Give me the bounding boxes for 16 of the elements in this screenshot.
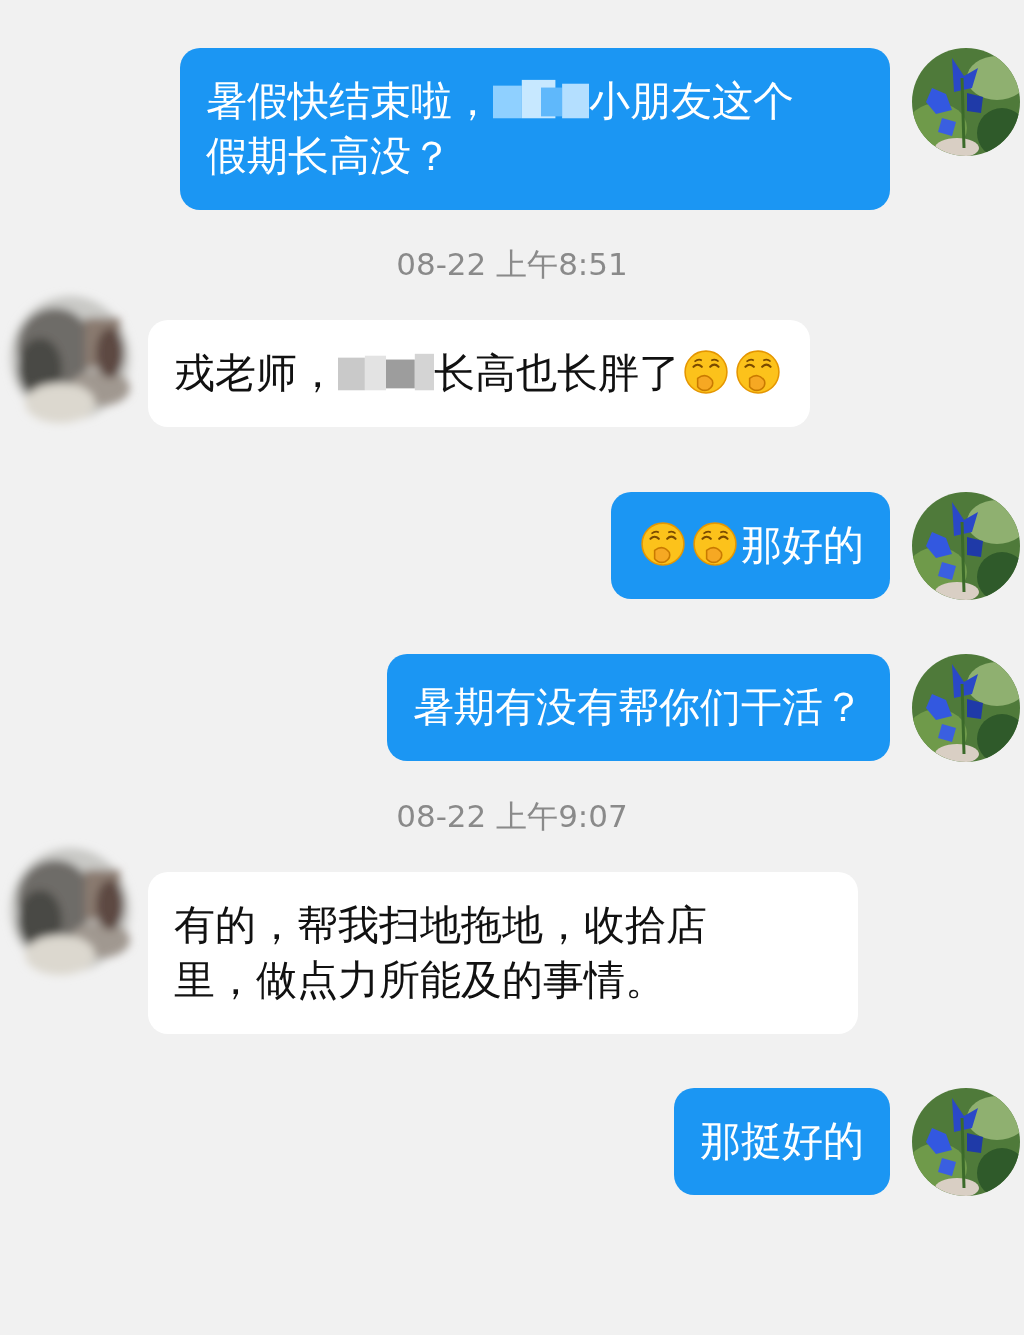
message-text: 暑假快结束啦， [206, 76, 493, 127]
giggle-emoji-icon [640, 521, 686, 567]
giggle-emoji-icon [692, 521, 738, 567]
message-text: 那挺好的 [700, 1116, 864, 1167]
message-text: 假期长高没？ [206, 131, 452, 182]
message-text: 戎老师， [174, 348, 338, 399]
message-text: 暑期有没有帮你们干活？ [413, 682, 864, 733]
message-text: 小朋友这个 [589, 76, 794, 127]
giggle-emoji-icon [735, 349, 781, 395]
message-text: 长高也长胖了 [434, 348, 680, 399]
timestamp: 08-22 上午8:51 [396, 245, 628, 284]
message-text: 里，做点力所能及的事情。 [174, 955, 666, 1006]
message-text: 有的，帮我扫地拖地，收拾店 [174, 900, 707, 951]
giggle-emoji-icon [683, 349, 729, 395]
message-text: 那好的 [741, 520, 864, 571]
timestamp: 08-22 上午9:07 [396, 797, 628, 836]
